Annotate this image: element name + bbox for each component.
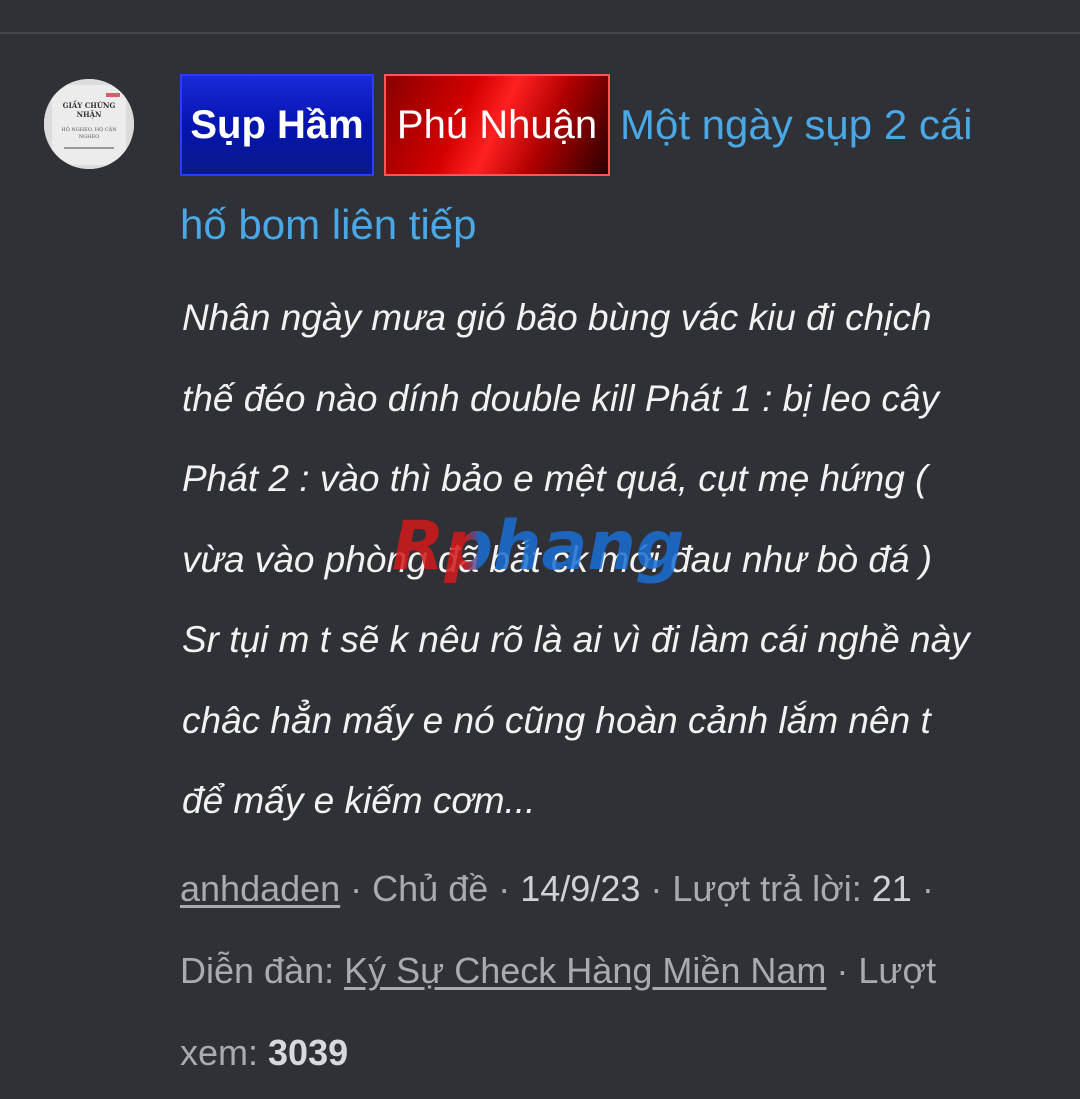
snippet-line: Phát 2 : vào thì bảo e mệt quá, cụt mẹ h… <box>182 458 928 499</box>
thread-snippet: Nhân ngày mưa gió bão bùng vác kiu đi ch… <box>182 278 1052 842</box>
views-count: 3039 <box>268 1032 349 1073</box>
meta-separator: · <box>488 868 521 909</box>
prefix-badge-sup-ham[interactable]: Sụp Hầm <box>180 74 374 176</box>
snippet-line: Sr tụi m t sẽ k nêu rõ là ai vì đi làm c… <box>182 619 970 660</box>
avatar-text-line3: HỘ NGHÈO, HỘ CẬN <box>61 125 117 133</box>
meta-separator: · <box>640 868 673 909</box>
thread-title: Sụp Hầm Phú Nhuận Một ngày sụp 2 cái hố … <box>180 70 1040 270</box>
thread-type-label: Chủ đề <box>372 868 489 909</box>
avatar-text-line1: GIẤY CHỨNG <box>63 100 116 110</box>
meta-separator: · <box>340 868 373 909</box>
forum-link[interactable]: Ký Sự Check Hàng Miền Nam <box>344 950 826 991</box>
prefix-badge-phu-nhuan[interactable]: Phú Nhuận <box>384 74 610 176</box>
thread-title-link[interactable]: Một ngày sụp 2 cái <box>620 101 973 149</box>
meta-line-3: xem: 3039 <box>180 1012 1060 1094</box>
avatar-image: GIẤY CHỨNG NHẬN HỘ NGHÈO, HỘ CẬN NGHÈO <box>44 79 134 169</box>
meta-line-2: Diễn đàn: Ký Sự Check Hàng Miền Nam · Lư… <box>180 930 1060 1012</box>
thread-date: 14/9/23 <box>520 868 641 909</box>
thread-meta: anhdaden · Chủ đề · 14/9/23 · Lượt trả l… <box>180 848 1060 1094</box>
views-label: Lượt <box>858 950 937 991</box>
replies-label: Lượt trả lời: <box>672 868 862 909</box>
avatar-text-line4: NGHÈO <box>79 132 99 140</box>
views-label-continued: xem: <box>180 1032 259 1073</box>
replies-count: 21 <box>871 868 912 909</box>
meta-line-1: anhdaden · Chủ đề · 14/9/23 · Lượt trả l… <box>180 848 1060 930</box>
meta-separator: · <box>911 868 934 909</box>
author-link[interactable]: anhdaden <box>180 868 340 909</box>
snippet-line: Nhân ngày mưa gió bão bùng vác kiu đi ch… <box>182 297 932 338</box>
title-row-1: Sụp Hầm Phú Nhuận Một ngày sụp 2 cái <box>180 70 1040 180</box>
snippet-line: vừa vào phòng đã bắt ck mới đau như bò đ… <box>182 538 933 580</box>
top-divider <box>0 32 1080 34</box>
snippet-line: để mấy e kiếm cơm... <box>182 780 536 821</box>
avatar-text-line2: NHẬN <box>77 110 102 119</box>
snippet-line: thế đéo nào dính double kill Phát 1 : bị… <box>182 377 939 419</box>
thread-title-link-continued[interactable]: hố bom liên tiếp <box>180 180 1040 270</box>
meta-separator: · <box>826 950 859 991</box>
avatar[interactable]: GIẤY CHỨNG NHẬN HỘ NGHÈO, HỘ CẬN NGHÈO <box>44 79 134 169</box>
snippet-line: châc hẳn mấy e nó cũng hoàn cảnh lắm nên… <box>182 699 931 741</box>
forum-label: Diễn đàn: <box>180 950 335 991</box>
